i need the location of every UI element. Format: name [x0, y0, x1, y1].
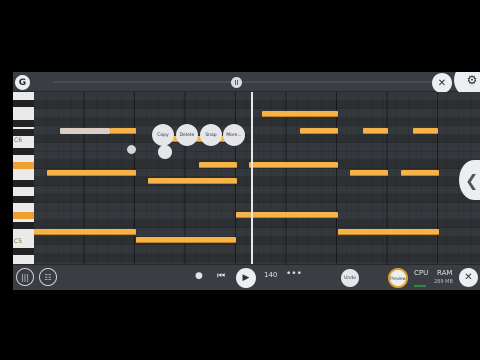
playhead[interactable] — [251, 92, 253, 264]
note[interactable] — [350, 170, 388, 176]
note[interactable] — [300, 128, 338, 134]
grid-row — [34, 219, 480, 228]
drag-indicator — [127, 145, 136, 154]
note-grid[interactable]: Copy Delete Snap More... — [34, 92, 480, 264]
piano-key[interactable] — [13, 148, 34, 155]
undo-button[interactable]: Undo — [341, 269, 359, 287]
piano-key[interactable] — [13, 248, 34, 255]
selection-handle[interactable] — [158, 145, 172, 159]
more-button[interactable]: More... — [223, 124, 245, 146]
piano-key[interactable] — [13, 100, 34, 107]
record-icon[interactable]: ● — [195, 271, 203, 281]
piano-key[interactable] — [13, 222, 34, 229]
grid-row — [34, 194, 480, 203]
note[interactable] — [47, 170, 136, 176]
piano-key[interactable] — [13, 129, 34, 136]
grid-row — [34, 253, 480, 262]
cpu-meter — [414, 285, 426, 287]
grid-row — [34, 117, 480, 126]
mixer-icon[interactable]: ||| — [16, 268, 34, 286]
note[interactable] — [249, 162, 338, 168]
piano-keyboard[interactable]: C6 C5 — [13, 92, 34, 264]
transport-bar: ||| ☷ ● ⏮ ▶ 140 ••• Undo Preview CPU RAM… — [13, 264, 480, 290]
ram-label: RAM — [437, 269, 453, 277]
copy-button[interactable]: Copy — [152, 124, 174, 146]
tempo-value[interactable]: 140 — [264, 271, 277, 279]
piano-key[interactable] — [13, 180, 34, 187]
note[interactable] — [199, 162, 237, 168]
note[interactable] — [262, 111, 338, 117]
note[interactable] — [34, 229, 136, 235]
keyboard-icon[interactable]: ☷ — [39, 268, 57, 286]
timeline-scroll-thumb[interactable]: II — [231, 77, 242, 88]
piano-key-active[interactable] — [13, 212, 34, 219]
note[interactable] — [363, 128, 388, 134]
note-ghost[interactable] — [60, 128, 110, 134]
key-label-c5: C5 — [14, 238, 23, 245]
rewind-icon[interactable]: ⏮ — [217, 271, 225, 281]
note[interactable] — [110, 128, 136, 134]
cpu-label: CPU — [414, 269, 429, 277]
ram-value: 289 MB — [434, 279, 453, 285]
piano-key[interactable] — [13, 196, 34, 203]
play-button[interactable]: ▶ — [236, 268, 256, 288]
timeline-scroll-track[interactable] — [53, 81, 443, 83]
grid-row — [34, 134, 480, 143]
piano-roll-app: G II ✕ ⚙ C6 C5 Copy Delete Snap More... … — [13, 72, 480, 290]
key-label-c6: C6 — [14, 137, 23, 144]
note[interactable] — [136, 237, 236, 243]
grid-row — [34, 100, 480, 109]
close-icon[interactable]: ✕ — [459, 268, 478, 287]
snap-button[interactable]: Snap — [200, 124, 222, 146]
top-bar: G II ✕ ⚙ — [13, 72, 480, 98]
preview-button[interactable]: Preview — [388, 268, 408, 288]
grid-row — [34, 177, 480, 186]
delete-button[interactable]: Delete — [176, 124, 198, 146]
note[interactable] — [338, 229, 439, 235]
tools-icon[interactable]: ✕ — [432, 73, 452, 93]
piano-key-active[interactable] — [13, 162, 34, 169]
note[interactable] — [413, 128, 438, 134]
more-options-icon[interactable]: ••• — [286, 269, 302, 279]
grid-row — [34, 236, 480, 245]
back-icon[interactable]: G — [15, 75, 30, 90]
note[interactable] — [401, 170, 439, 176]
note[interactable] — [148, 178, 237, 184]
piano-key[interactable] — [13, 120, 34, 127]
